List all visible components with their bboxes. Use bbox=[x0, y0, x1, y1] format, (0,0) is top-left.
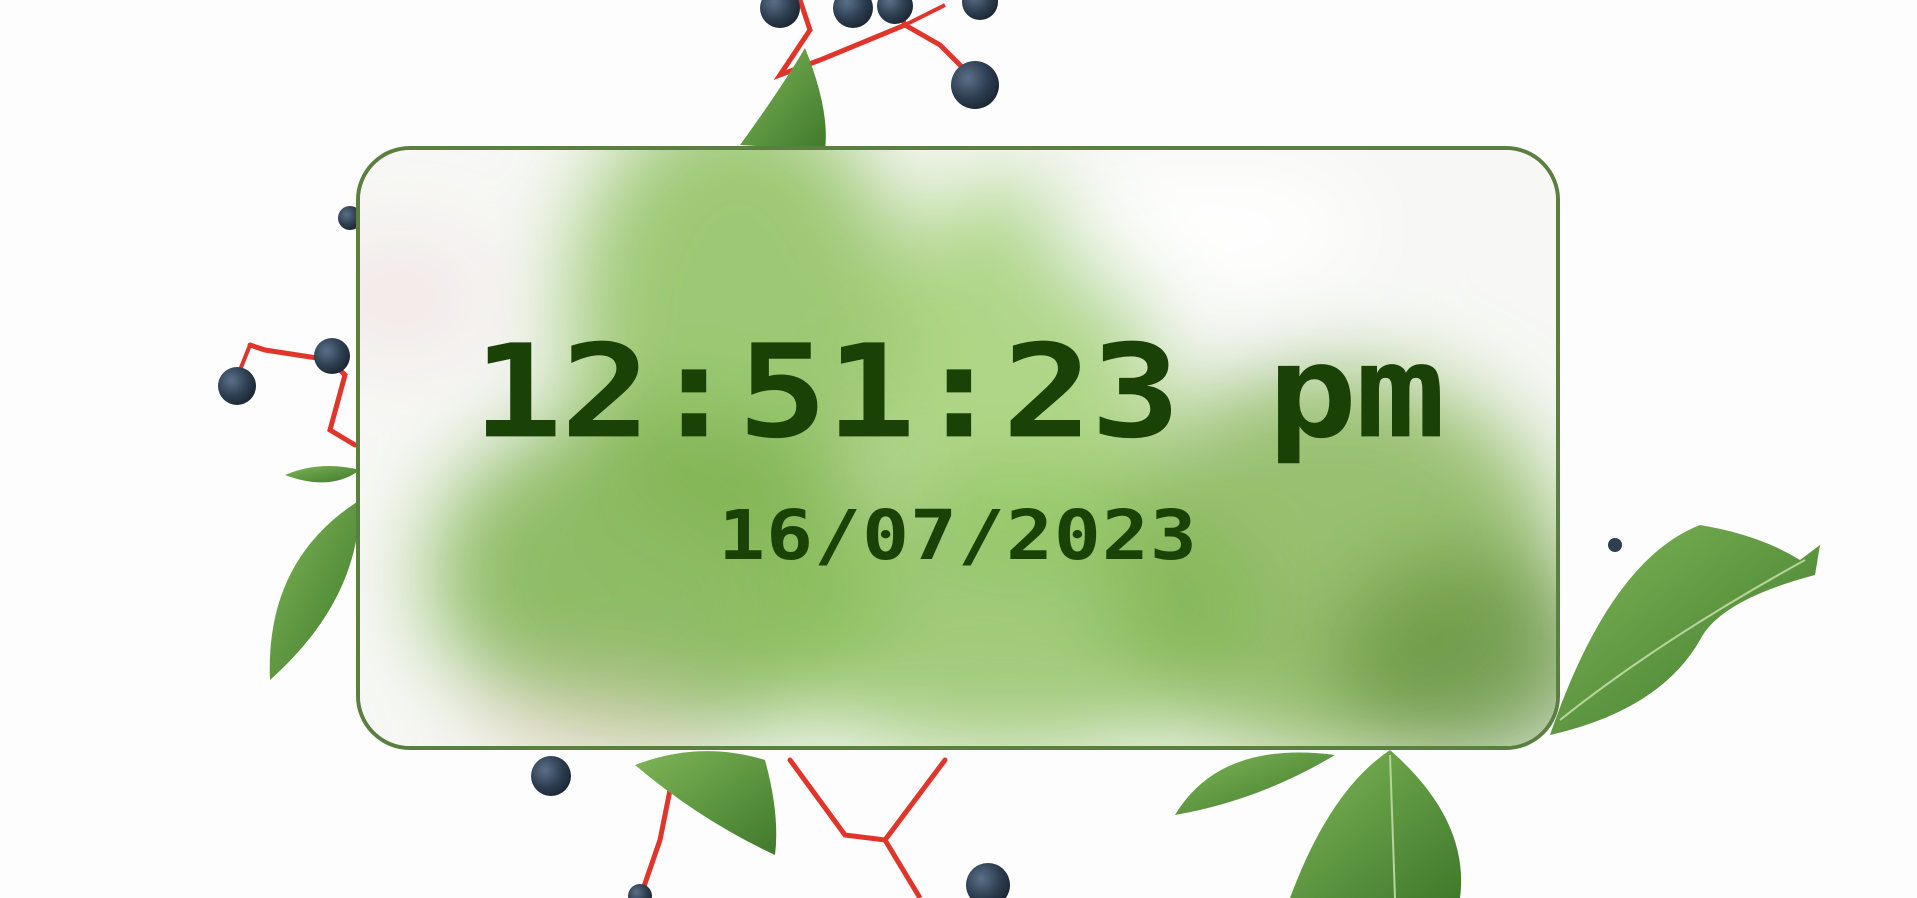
clock-app: 12:51:23 pm 16/07/2023 bbox=[0, 0, 1917, 898]
clock-time: 12:51:23 pm bbox=[472, 317, 1445, 468]
top-vine-cluster bbox=[740, 0, 999, 150]
clock-date: 16/07/2023 bbox=[718, 496, 1198, 576]
left-vine-cluster bbox=[218, 206, 362, 680]
bottom-vine-cluster bbox=[531, 751, 1010, 898]
clock-card: 12:51:23 pm 16/07/2023 bbox=[356, 146, 1560, 750]
